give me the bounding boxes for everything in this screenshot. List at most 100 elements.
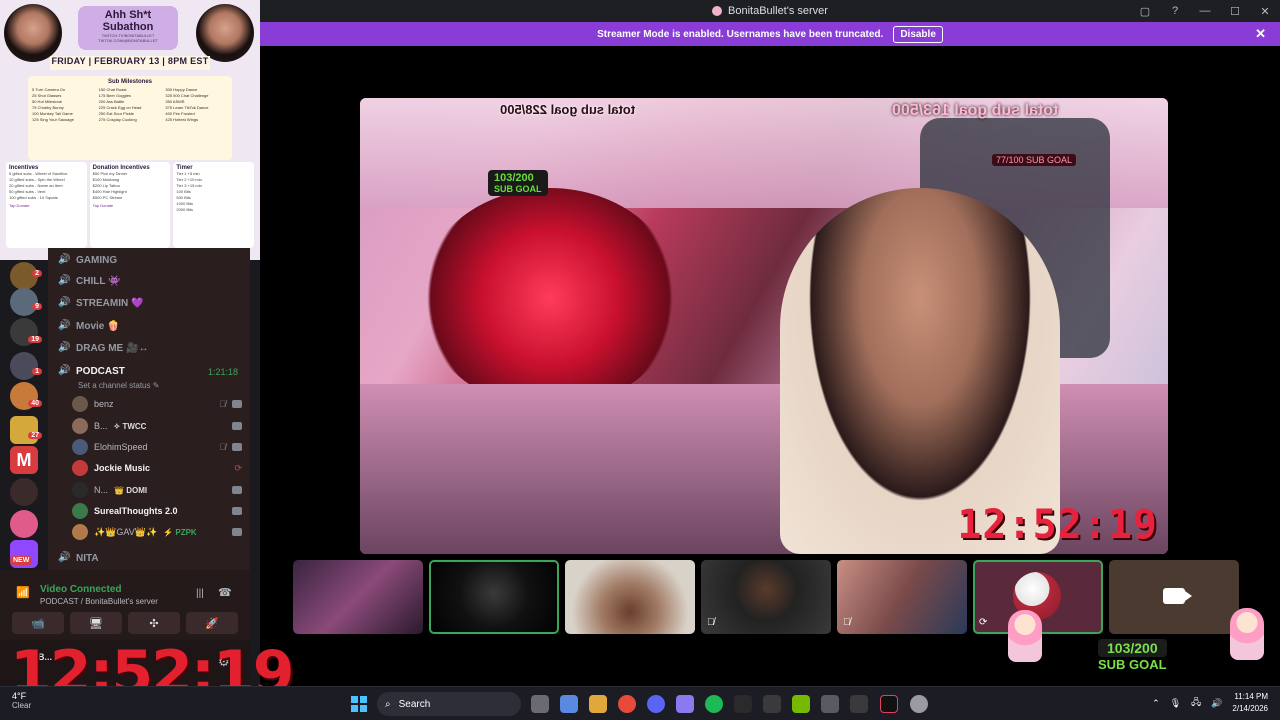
server-icon[interactable] [10, 288, 38, 316]
voice-user-name: Jockie Music [94, 463, 151, 473]
participant-tile[interactable] [1109, 560, 1239, 634]
discord-window: BonitaBullet's server ▢ ? — ☐ ✕ Streamer… [0, 0, 1280, 720]
server-icon[interactable] [10, 352, 38, 380]
video-hearts [420, 188, 680, 408]
disable-button[interactable]: Disable [893, 25, 943, 43]
unread-badge: 40 [28, 400, 42, 407]
weather-widget[interactable]: 4°F Clear [12, 691, 31, 710]
voice-user[interactable]: ✨👑GAV👑✨ ⚡ PZPK [72, 522, 242, 542]
voice-user-tag: 👑 DOMI [114, 485, 148, 495]
obs-icon[interactable] [910, 695, 928, 713]
title-bar: BonitaBullet's server ▢ ? — ☐ ✕ [260, 0, 1280, 22]
unread-badge: 1 [32, 368, 42, 375]
spotify-icon[interactable] [705, 695, 723, 713]
voice-channel-nita[interactable]: 🔊 NITA [58, 548, 99, 568]
channel-name: PODCAST [76, 365, 125, 377]
headphones-icon: ⟳ [234, 462, 242, 473]
windows-start-icon[interactable] [351, 696, 367, 712]
server-icon[interactable]: M [10, 446, 38, 474]
milestone-item: 125 Sing Your Sausage [32, 117, 74, 122]
volume-icon[interactable]: 🔊 [1211, 698, 1222, 709]
soundboard-button[interactable]: 🚀 [186, 612, 238, 634]
camera-icon [232, 486, 242, 494]
server-icon[interactable] [10, 510, 38, 538]
speaker-icon: 🔊 [58, 275, 71, 286]
camera-icon [232, 422, 242, 430]
voice-status[interactable]: Video Connected [40, 584, 122, 595]
voice-user[interactable]: Jockie Music ⟳ [72, 458, 242, 478]
avatar [72, 418, 88, 434]
voice-user[interactable]: SurealThoughts 2.0 [72, 501, 242, 521]
speaker-icon: 🔊 [58, 365, 71, 376]
milestones-title: Sub Milestones [107, 79, 152, 85]
noise-suppression-icon[interactable]: ||| [196, 588, 204, 599]
mic-muted-icon: 🎙̸ [843, 617, 851, 628]
camera-icon [232, 400, 242, 408]
voice-user[interactable]: benz 🎙̸ [72, 394, 242, 414]
close-window-button[interactable]: ✕ [1250, 0, 1280, 22]
inbox-icon[interactable]: ▢ [1130, 0, 1160, 22]
voice-user[interactable]: ElohimSpeed 🎙̸ [72, 437, 242, 457]
call-of-duty-icon[interactable] [850, 695, 868, 713]
streamer-photo-left [4, 4, 62, 62]
activities-button[interactable]: ✣ [128, 612, 180, 634]
chevron-up-icon[interactable]: ⌃ [1152, 698, 1160, 709]
discord-icon[interactable] [647, 695, 665, 713]
sub-goal-overlay: 103/200 SUB GOAL [1098, 639, 1167, 672]
disconnect-icon[interactable]: ☎ [218, 586, 232, 599]
voice-channel-movie[interactable]: 🔊 Movie 🍿 [58, 316, 120, 336]
avatar [72, 482, 88, 498]
app-icon[interactable] [821, 695, 839, 713]
camera-button[interactable]: 📹 [12, 612, 64, 634]
server-icon[interactable] [10, 416, 38, 444]
help-icon[interactable]: ? [1160, 0, 1190, 22]
store-icon[interactable] [589, 695, 607, 713]
minimize-button[interactable]: — [1190, 0, 1220, 22]
sub-goal-count: 103/200 [1098, 639, 1167, 657]
milestones-column: 150 Chat Roast 175 Beer Goggles 200 Ass … [99, 87, 162, 123]
voice-user-name: ElohimSpeed [94, 442, 148, 452]
participant-tile[interactable]: 🎙̸ [701, 560, 831, 634]
network-icon[interactable]: 🖧 [1191, 695, 1201, 711]
stream-sub-label: SUB GOAL [494, 184, 542, 194]
voice-channel-podcast[interactable]: 🔊 PODCAST [58, 361, 125, 381]
participant-tile[interactable]: 🎙̸ [837, 560, 967, 634]
participant-tile[interactable] [565, 560, 695, 634]
banner-text: Streamer Mode is enabled. Usernames have… [597, 28, 884, 40]
streamer-mode-banner: Streamer Mode is enabled. Usernames have… [260, 22, 1280, 46]
screen-share-button[interactable]: 🖥 [70, 612, 122, 634]
voice-channel-label[interactable]: PODCAST / BonitaBullet's server [40, 597, 158, 606]
voice-buttons: 📹 🖥 ✣ 🚀 [12, 612, 238, 634]
maximize-button[interactable]: ☐ [1220, 0, 1250, 22]
unread-badge: 27 [28, 432, 42, 439]
participant-tile[interactable] [429, 560, 559, 634]
close-icon[interactable]: ✕ [1255, 26, 1266, 42]
voice-user[interactable]: N... 👑 DOMI [72, 480, 242, 500]
voice-channel-streamin[interactable]: 🔊 STREAMIN 💜 [58, 293, 143, 313]
weather-condition: Clear [12, 701, 32, 710]
copilot-icon[interactable] [560, 695, 578, 713]
clock[interactable]: 11:14 PM 2/14/2026 [1232, 691, 1268, 715]
window-title-text: BonitaBullet's server [728, 5, 828, 17]
task-view-icon[interactable] [531, 695, 549, 713]
avatar [72, 503, 88, 519]
nvidia-icon[interactable] [792, 695, 810, 713]
camera-icon [1163, 588, 1192, 604]
taskbar-search[interactable]: ⌕ Search [377, 692, 521, 716]
voice-channel-drag-me[interactable]: 🔊 DRAG ME 🎥↔ [58, 338, 148, 358]
epic-games-icon[interactable] [734, 695, 752, 713]
steam-icon[interactable] [763, 695, 781, 713]
microphone-icon[interactable]: 🎙 [1170, 698, 1181, 709]
chrome-icon[interactable] [618, 695, 636, 713]
participant-tile[interactable] [293, 560, 423, 634]
voice-user[interactable]: B... ✧ TWCC [72, 416, 242, 436]
server-icon[interactable] [10, 478, 38, 506]
video-stage: total sub goal 228/500 total sub goal 16… [260, 46, 1280, 686]
voice-channel-gaming[interactable]: 🔊 GAMING [58, 250, 117, 270]
tiktok-icon[interactable] [880, 695, 898, 713]
main-stream-video[interactable]: total sub goal 228/500 total sub goal 16… [360, 98, 1168, 554]
channel-status-input[interactable]: Set a channel status ✎ [78, 381, 159, 390]
game-icon[interactable] [676, 695, 694, 713]
avatar [72, 524, 88, 540]
voice-channel-chill[interactable]: 🔊 CHILL 👾 [58, 271, 121, 291]
